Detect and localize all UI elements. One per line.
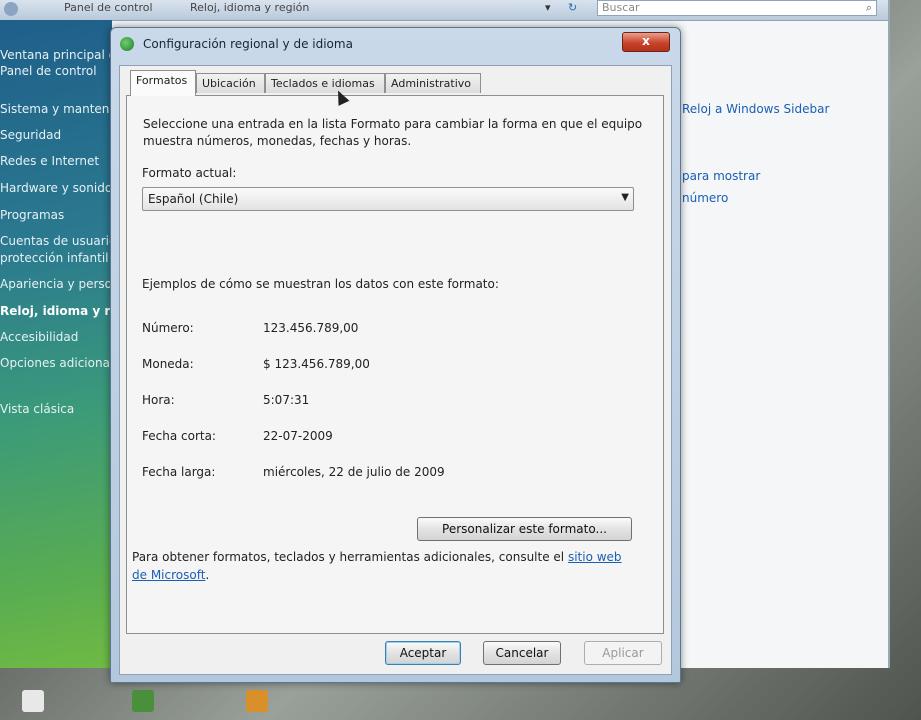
sidebar-item-accessibility[interactable]: Accesibilidad xyxy=(0,330,78,344)
search-placeholder: Buscar xyxy=(602,1,640,14)
tab-formatos[interactable]: Formatos xyxy=(130,70,196,96)
format-select-value: Español (Chile) xyxy=(148,192,239,206)
sidebar-item-accounts-line2[interactable]: protección infantil xyxy=(0,251,109,265)
refresh-icon[interactable]: ↻ xyxy=(568,0,577,18)
description-text: Seleccione una entrada en la lista Forma… xyxy=(143,117,643,148)
sidebar-item-additional[interactable]: Opciones adicionales xyxy=(0,356,127,370)
tab-administrativo[interactable]: Administrativo xyxy=(385,73,481,93)
chevron-down-icon[interactable]: ▼ xyxy=(621,192,629,203)
apply-button[interactable]: Aplicar xyxy=(584,641,662,665)
example-value-long-date: miércoles, 22 de julio de 2009 xyxy=(263,465,445,479)
example-label-currency: Moneda: xyxy=(142,357,194,371)
example-label-number: Número: xyxy=(142,321,194,335)
sidebar-item-home-line2[interactable]: Panel de control xyxy=(0,64,97,78)
customize-format-button[interactable]: Personalizar este formato... xyxy=(417,517,632,541)
content-link[interactable]: para mostrar xyxy=(682,169,760,183)
tab-ubicacion[interactable]: Ubicación xyxy=(196,73,265,93)
sidebar-item-classic-view[interactable]: Vista clásica xyxy=(0,402,74,416)
content-link[interactable]: Reloj a Windows Sidebar xyxy=(682,102,829,116)
breadcrumb-item[interactable]: Reloj, idioma y región xyxy=(190,0,309,18)
format-select[interactable]: Español (Chile) ▼ xyxy=(142,187,634,211)
regional-settings-dialog: Configuración regional y de idioma x For… xyxy=(110,27,681,683)
dialog-titlebar[interactable]: Configuración regional y de idioma x xyxy=(111,28,680,58)
dialog-title: Configuración regional y de idioma xyxy=(143,37,353,51)
search-icon[interactable]: ⌕ xyxy=(866,1,872,15)
footer-text-body: Para obtener formatos, teclados y herram… xyxy=(132,550,568,564)
footer-text-end: . xyxy=(205,568,210,582)
example-value-currency: $ 123.456.789,00 xyxy=(263,357,370,371)
ok-button[interactable]: Aceptar xyxy=(385,641,461,665)
current-format-label: Formato actual: xyxy=(142,166,237,180)
sidebar-item-hardware[interactable]: Hardware y sonido xyxy=(0,181,112,195)
taskbar-app-icon[interactable] xyxy=(246,690,268,712)
sidebar-item-network[interactable]: Redes e Internet xyxy=(0,154,99,168)
tab-panel-formatos: Seleccione una entrada en la lista Forma… xyxy=(126,95,664,634)
sidebar-item-security[interactable]: Seguridad xyxy=(0,128,61,142)
search-input[interactable]: Buscar ⌕ xyxy=(597,0,877,16)
sidebar-item-home[interactable]: Ventana principal del xyxy=(0,48,127,62)
example-value-number: 123.456.789,00 xyxy=(263,321,359,335)
example-value-short-date: 22-07-2009 xyxy=(263,429,333,443)
example-label-time: Hora: xyxy=(142,393,175,407)
back-icon[interactable] xyxy=(4,2,18,16)
address-bar[interactable]: Panel de control Reloj, idioma y región … xyxy=(0,0,888,21)
footer-text: Para obtener formatos, teclados y herram… xyxy=(132,548,622,584)
close-button[interactable]: x xyxy=(622,32,670,52)
breadcrumb-item[interactable]: Panel de control xyxy=(64,0,153,18)
sidebar: Ventana principal del Panel de control S… xyxy=(0,20,172,668)
close-icon: x xyxy=(642,34,650,48)
example-label-short-date: Fecha corta: xyxy=(142,429,216,443)
cancel-button[interactable]: Cancelar xyxy=(483,641,561,665)
chevron-down-icon[interactable]: ▾ xyxy=(545,0,551,18)
content-link[interactable]: número xyxy=(682,191,728,205)
example-value-time: 5:07:31 xyxy=(263,393,310,407)
taskbar-app-icon[interactable] xyxy=(22,690,44,712)
sidebar-item-programs[interactable]: Programas xyxy=(0,208,64,222)
taskbar-app-icon[interactable] xyxy=(132,690,154,712)
examples-heading: Ejemplos de cómo se muestran los datos c… xyxy=(142,277,499,291)
example-label-long-date: Fecha larga: xyxy=(142,465,216,479)
globe-icon xyxy=(120,37,134,51)
sidebar-item-accounts[interactable]: Cuentas de usuario y xyxy=(0,234,127,248)
tab-teclados-idiomas[interactable]: Teclados e idiomas xyxy=(265,73,385,93)
